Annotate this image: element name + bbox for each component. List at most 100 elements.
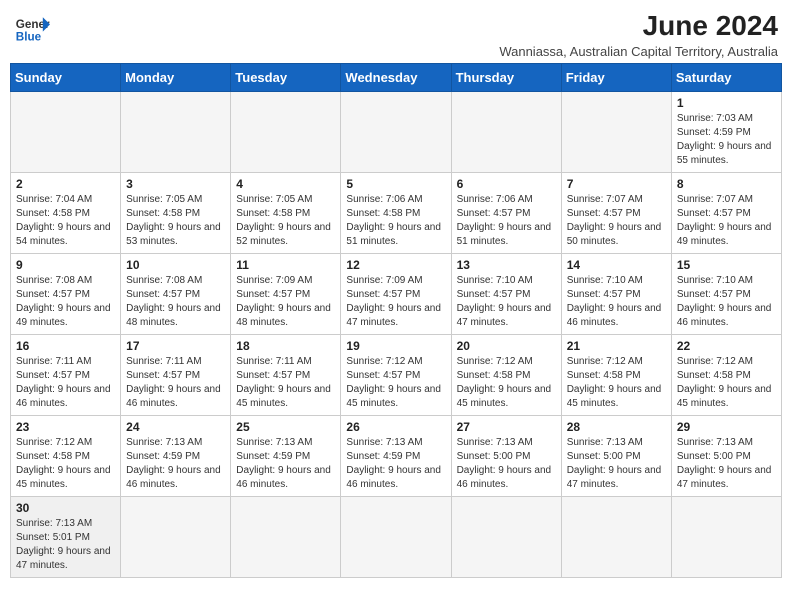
day-number: 24 (126, 420, 225, 434)
day-number: 10 (126, 258, 225, 272)
col-header-thursday: Thursday (451, 64, 561, 92)
calendar-cell: 27 Sunrise: 7:13 AM Sunset: 5:00 PM Dayli… (451, 416, 561, 497)
calendar-week-row: 16 Sunrise: 7:11 AM Sunset: 4:57 PM Dayli… (11, 335, 782, 416)
col-header-sunday: Sunday (11, 64, 121, 92)
calendar-cell: 21 Sunrise: 7:12 AM Sunset: 4:58 PM Dayli… (561, 335, 671, 416)
day-info: Sunrise: 7:10 AM Sunset: 4:57 PM Dayligh… (677, 274, 776, 330)
logo: General Blue (14, 10, 50, 46)
calendar-cell (451, 497, 561, 578)
calendar-cell: 1 Sunrise: 7:03 AM Sunset: 4:59 PM Daylig… (671, 92, 781, 173)
day-info: Sunrise: 7:09 AM Sunset: 4:57 PM Dayligh… (236, 274, 335, 330)
day-number: 8 (677, 177, 776, 191)
calendar-cell: 29Sunrise: 7:13 AM Sunset: 5:00 PM Dayli… (671, 416, 781, 497)
calendar-cell: 2Sunrise: 7:04 AM Sunset: 4:58 PM Daylig… (11, 173, 121, 254)
calendar-cell: 30Sunrise: 7:13 AM Sunset: 5:01 PM Dayli… (11, 497, 121, 578)
day-info: Sunrise: 7:07 AM Sunset: 4:57 PM Dayligh… (677, 193, 776, 249)
calendar-cell (121, 92, 231, 173)
day-info: Sunrise: 7:03 AM Sunset: 4:59 PM Dayligh… (677, 112, 776, 168)
day-info: Sunrise: 7:07 AM Sunset: 4:57 PM Dayligh… (567, 193, 666, 249)
day-info: Sunrise: 7:08 AM Sunset: 4:57 PM Dayligh… (16, 274, 115, 330)
day-info: Sunrise: 7:13 AM Sunset: 4:59 PM Dayligh… (126, 436, 225, 492)
svg-text:Blue: Blue (16, 31, 42, 44)
calendar-cell: 4 Sunrise: 7:05 AM Sunset: 4:58 PM Daylig… (231, 173, 341, 254)
calendar-cell: 22 Sunrise: 7:12 AM Sunset: 4:58 PM Dayli… (671, 335, 781, 416)
calendar-week-row: 23Sunrise: 7:12 AM Sunset: 4:58 PM Dayli… (11, 416, 782, 497)
calendar-table: SundayMondayTuesdayWednesdayThursdayFrid… (10, 63, 782, 578)
day-number: 13 (457, 258, 556, 272)
calendar-cell: 16 Sunrise: 7:11 AM Sunset: 4:57 PM Dayli… (11, 335, 121, 416)
day-info: Sunrise: 7:11 AM Sunset: 4:57 PM Dayligh… (16, 355, 115, 411)
location-subtitle: Wanniassa, Australian Capital Territory,… (499, 44, 778, 59)
col-header-friday: Friday (561, 64, 671, 92)
calendar-cell (451, 92, 561, 173)
day-number: 27 (457, 420, 556, 434)
day-info: Sunrise: 7:04 AM Sunset: 4:58 PM Dayligh… (16, 193, 115, 249)
day-number: 18 (236, 339, 335, 353)
day-number: 16 (16, 339, 115, 353)
day-info: Sunrise: 7:13 AM Sunset: 5:00 PM Dayligh… (677, 436, 776, 492)
day-number: 26 (346, 420, 445, 434)
calendar-week-row: 30Sunrise: 7:13 AM Sunset: 5:01 PM Dayli… (11, 497, 782, 578)
title-block: June 2024 Wanniassa, Australian Capital … (499, 10, 778, 59)
day-number: 1 (677, 96, 776, 110)
calendar-cell (121, 497, 231, 578)
day-number: 30 (16, 501, 115, 515)
calendar-cell: 17Sunrise: 7:11 AM Sunset: 4:57 PM Dayli… (121, 335, 231, 416)
day-info: Sunrise: 7:08 AM Sunset: 4:57 PM Dayligh… (126, 274, 225, 330)
calendar-cell: 14 Sunrise: 7:10 AM Sunset: 4:57 PM Dayli… (561, 254, 671, 335)
calendar-cell: 8 Sunrise: 7:07 AM Sunset: 4:57 PM Daylig… (671, 173, 781, 254)
day-info: Sunrise: 7:13 AM Sunset: 5:00 PM Dayligh… (457, 436, 556, 492)
col-header-saturday: Saturday (671, 64, 781, 92)
calendar-cell: 5Sunrise: 7:06 AM Sunset: 4:58 PM Daylig… (341, 173, 451, 254)
calendar-cell (671, 497, 781, 578)
day-info: Sunrise: 7:05 AM Sunset: 4:58 PM Dayligh… (236, 193, 335, 249)
header: General Blue June 2024 Wanniassa, Austra… (10, 10, 782, 59)
calendar-cell (561, 497, 671, 578)
day-info: Sunrise: 7:05 AM Sunset: 4:58 PM Dayligh… (126, 193, 225, 249)
calendar-cell: 10 Sunrise: 7:08 AM Sunset: 4:57 PM Dayli… (121, 254, 231, 335)
calendar-cell: 23Sunrise: 7:12 AM Sunset: 4:58 PM Dayli… (11, 416, 121, 497)
calendar-cell: 7Sunrise: 7:07 AM Sunset: 4:57 PM Daylig… (561, 173, 671, 254)
calendar-cell (231, 497, 341, 578)
day-number: 3 (126, 177, 225, 191)
calendar-cell: 19Sunrise: 7:12 AM Sunset: 4:57 PM Dayli… (341, 335, 451, 416)
day-info: Sunrise: 7:06 AM Sunset: 4:57 PM Dayligh… (457, 193, 556, 249)
calendar-week-row: 2Sunrise: 7:04 AM Sunset: 4:58 PM Daylig… (11, 173, 782, 254)
calendar-cell: 15 Sunrise: 7:10 AM Sunset: 4:57 PM Dayli… (671, 254, 781, 335)
day-info: Sunrise: 7:09 AM Sunset: 4:57 PM Dayligh… (346, 274, 445, 330)
day-info: Sunrise: 7:10 AM Sunset: 4:57 PM Dayligh… (567, 274, 666, 330)
day-number: 23 (16, 420, 115, 434)
calendar-cell: 26Sunrise: 7:13 AM Sunset: 4:59 PM Dayli… (341, 416, 451, 497)
calendar-cell: 12 Sunrise: 7:09 AM Sunset: 4:57 PM Dayli… (341, 254, 451, 335)
day-number: 9 (16, 258, 115, 272)
calendar-cell: 18 Sunrise: 7:11 AM Sunset: 4:57 PM Dayli… (231, 335, 341, 416)
day-number: 12 (346, 258, 445, 272)
calendar-cell: 28 Sunrise: 7:13 AM Sunset: 5:00 PM Dayli… (561, 416, 671, 497)
calendar-cell (561, 92, 671, 173)
day-number: 22 (677, 339, 776, 353)
calendar-cell: 20 Sunrise: 7:12 AM Sunset: 4:58 PM Dayli… (451, 335, 561, 416)
day-number: 14 (567, 258, 666, 272)
calendar-cell (11, 92, 121, 173)
day-info: Sunrise: 7:11 AM Sunset: 4:57 PM Dayligh… (126, 355, 225, 411)
day-number: 20 (457, 339, 556, 353)
day-number: 11 (236, 258, 335, 272)
day-number: 5 (346, 177, 445, 191)
day-info: Sunrise: 7:12 AM Sunset: 4:58 PM Dayligh… (567, 355, 666, 411)
day-info: Sunrise: 7:13 AM Sunset: 5:00 PM Dayligh… (567, 436, 666, 492)
day-info: Sunrise: 7:11 AM Sunset: 4:57 PM Dayligh… (236, 355, 335, 411)
day-number: 15 (677, 258, 776, 272)
day-number: 4 (236, 177, 335, 191)
calendar-cell: 6Sunrise: 7:06 AM Sunset: 4:57 PM Daylig… (451, 173, 561, 254)
calendar-week-row: 1 Sunrise: 7:03 AM Sunset: 4:59 PM Daylig… (11, 92, 782, 173)
day-info: Sunrise: 7:12 AM Sunset: 4:58 PM Dayligh… (457, 355, 556, 411)
day-info: Sunrise: 7:10 AM Sunset: 4:57 PM Dayligh… (457, 274, 556, 330)
day-number: 28 (567, 420, 666, 434)
day-number: 21 (567, 339, 666, 353)
col-header-monday: Monday (121, 64, 231, 92)
day-info: Sunrise: 7:13 AM Sunset: 4:59 PM Dayligh… (236, 436, 335, 492)
day-number: 25 (236, 420, 335, 434)
calendar-cell: 3 Sunrise: 7:05 AM Sunset: 4:58 PM Daylig… (121, 173, 231, 254)
calendar-cell: 13 Sunrise: 7:10 AM Sunset: 4:57 PM Dayli… (451, 254, 561, 335)
day-info: Sunrise: 7:12 AM Sunset: 4:58 PM Dayligh… (677, 355, 776, 411)
